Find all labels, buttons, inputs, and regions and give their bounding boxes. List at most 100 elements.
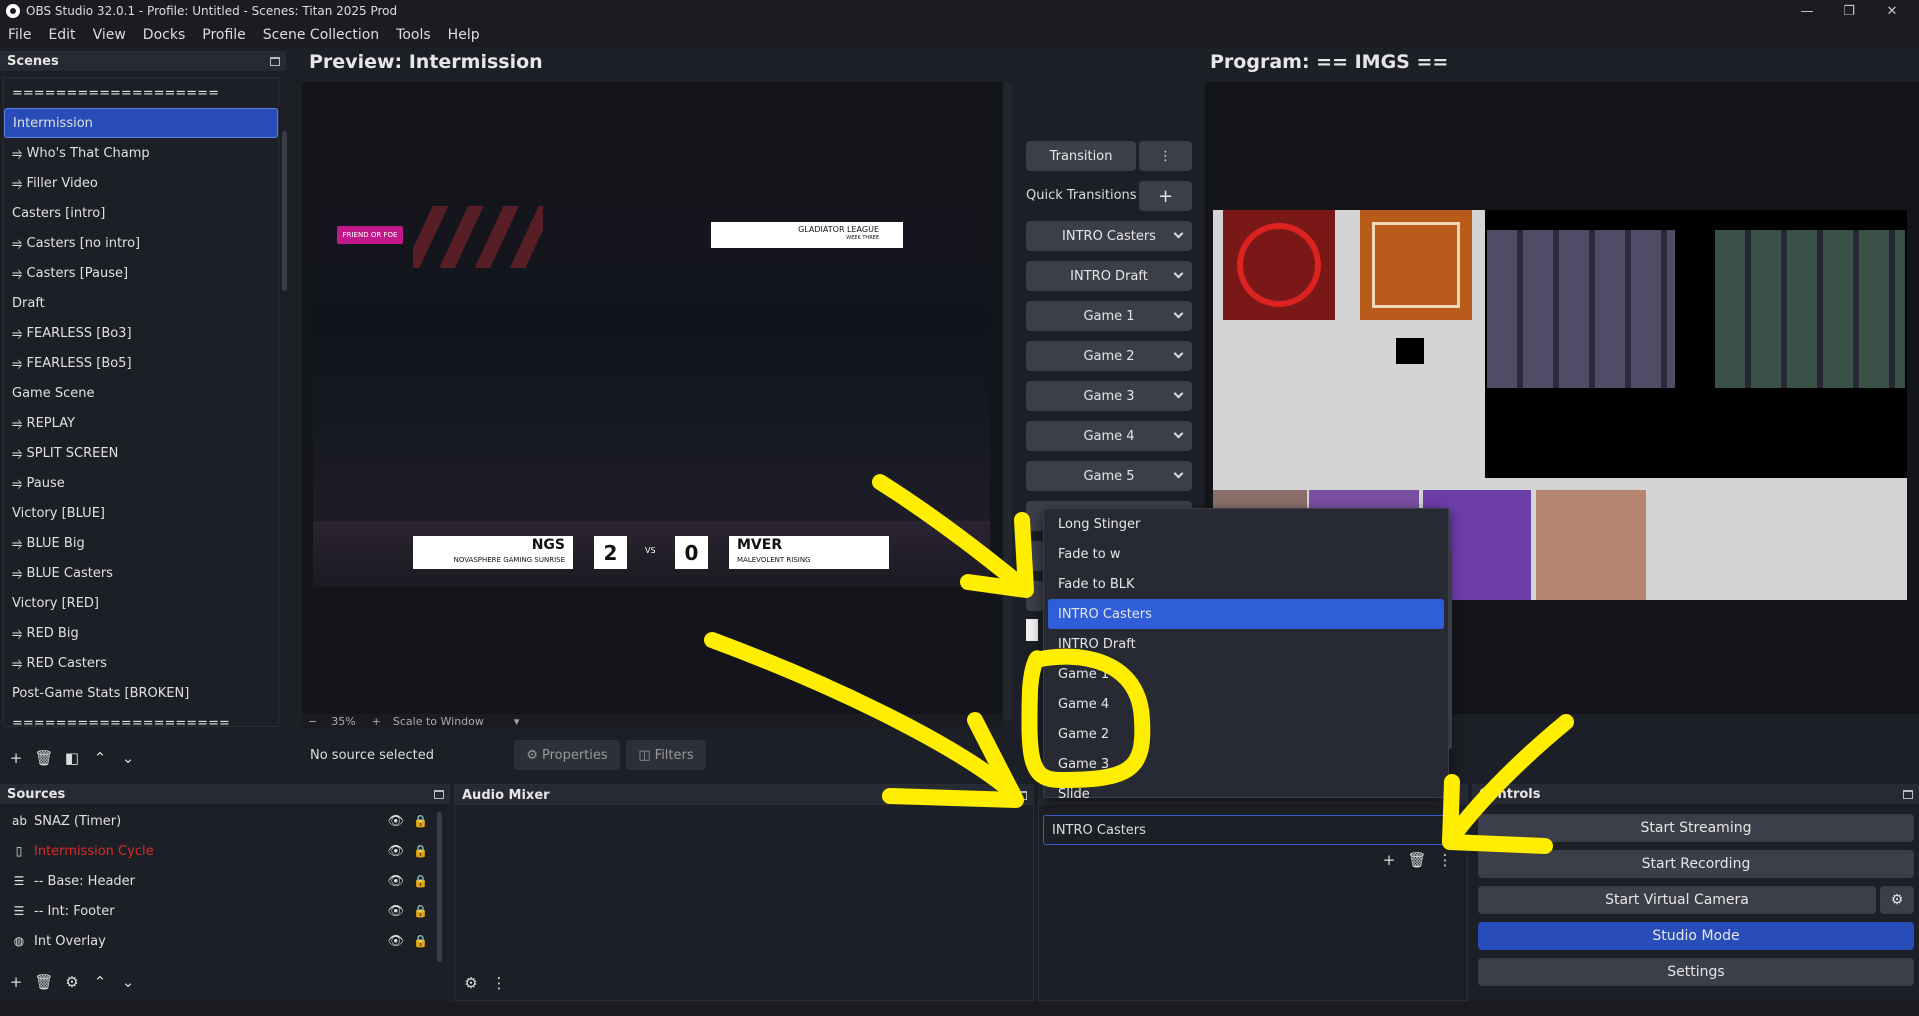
scene-item[interactable]: ⥤ Pause: [4, 468, 278, 498]
menu-docks[interactable]: Docks: [135, 27, 194, 43]
start-virtual-camera-button[interactable]: Start Virtual Camera: [1478, 886, 1876, 914]
menu-file[interactable]: File: [0, 27, 40, 43]
lock-icon[interactable]: 🔒: [413, 814, 428, 828]
quick-transition-button[interactable]: INTRO Draft: [1026, 261, 1192, 291]
kebab-icon[interactable]: ⋮: [1431, 849, 1459, 871]
dropdown-item[interactable]: Game 2: [1044, 719, 1448, 749]
maximize-icon[interactable]: ❐: [1832, 0, 1866, 22]
quick-transition-button[interactable]: Game 4: [1026, 421, 1192, 451]
scene-item[interactable]: ⥤ Casters [no intro]: [4, 228, 278, 258]
lock-icon[interactable]: 🔒: [413, 934, 428, 948]
scene-item-selected[interactable]: Intermission: [4, 108, 278, 138]
add-icon[interactable]: +: [2, 971, 30, 993]
menu-help[interactable]: Help: [440, 27, 489, 43]
dropdown-item[interactable]: Fade to BLK: [1044, 569, 1448, 599]
scene-item[interactable]: ⥤ FEARLESS [Bo3]: [4, 318, 278, 348]
quick-transition-button[interactable]: Game 5: [1026, 461, 1192, 491]
scene-item[interactable]: ⥤ FEARLESS [Bo5]: [4, 348, 278, 378]
scene-item[interactable]: ====================: [4, 708, 278, 738]
float-icon[interactable]: [1903, 789, 1913, 799]
trash-icon[interactable]: 🗑: [1403, 849, 1431, 871]
menu-profile[interactable]: Profile: [194, 27, 255, 43]
transition-select[interactable]: INTRO Casters: [1043, 815, 1465, 845]
filter-icon[interactable]: ◧: [58, 747, 86, 769]
lock-icon[interactable]: 🔒: [413, 904, 428, 918]
source-item[interactable]: ▯ Intermission Cycle 👁 🔒: [0, 836, 450, 866]
scene-item[interactable]: ⥤ RED Casters: [4, 648, 278, 678]
scene-item[interactable]: Game Scene: [4, 378, 278, 408]
gear-icon[interactable]: ⚙: [58, 971, 86, 993]
filters-button[interactable]: ◫ Filters: [626, 740, 706, 770]
scene-item[interactable]: ===================: [4, 78, 278, 108]
float-icon[interactable]: [434, 789, 444, 799]
quick-transition-button[interactable]: Game 3: [1026, 381, 1192, 411]
move-up-icon[interactable]: ⌃: [86, 747, 114, 769]
start-streaming-button[interactable]: Start Streaming: [1478, 814, 1914, 842]
close-icon[interactable]: ✕: [1875, 0, 1909, 22]
scale-to-window[interactable]: Scale to Window: [393, 715, 484, 728]
preview-scrollbar[interactable]: [1004, 82, 1012, 722]
source-item[interactable]: ☰ -- Base: Header 👁 🔒: [0, 866, 450, 896]
float-icon[interactable]: [270, 56, 280, 66]
add-icon[interactable]: +: [2, 747, 30, 769]
move-up-icon[interactable]: ⌃: [86, 971, 114, 993]
dropdown-item-selected[interactable]: INTRO Casters: [1048, 599, 1444, 629]
quick-transition-button[interactable]: Game 1: [1026, 301, 1192, 331]
scene-item[interactable]: ⥤ BLUE Casters: [4, 558, 278, 588]
studio-mode-button[interactable]: Studio Mode: [1478, 922, 1914, 950]
add-quick-transition-button[interactable]: +: [1139, 181, 1192, 211]
source-item[interactable]: ab SNAZ (Timer) 👁 🔒: [0, 806, 450, 836]
scene-item[interactable]: Victory [RED]: [4, 588, 278, 618]
scene-item[interactable]: Victory [BLUE]: [4, 498, 278, 528]
scene-item[interactable]: ⥤ SPLIT SCREEN: [4, 438, 278, 468]
dropdown-item[interactable]: Slide: [1044, 779, 1448, 809]
transition-button[interactable]: Transition: [1026, 141, 1136, 171]
dropdown-item[interactable]: Game 3: [1044, 749, 1448, 779]
menu-tools[interactable]: Tools: [388, 27, 440, 43]
scene-item[interactable]: ⥤ BLUE Big: [4, 528, 278, 558]
dropdown-item[interactable]: Fade to w: [1044, 539, 1448, 569]
zoom-in-icon[interactable]: +: [372, 715, 381, 728]
trash-icon[interactable]: 🗑: [30, 747, 58, 769]
source-list[interactable]: ab SNAZ (Timer) 👁 🔒 ▯ Intermission Cycle 👁 🔒 ☰…: [0, 804, 450, 956]
move-down-icon[interactable]: ⌄: [114, 747, 142, 769]
menu-edit[interactable]: Edit: [40, 27, 84, 43]
dropdown-item[interactable]: Game 4: [1044, 689, 1448, 719]
dropdown-scrollbar[interactable]: [1448, 549, 1452, 749]
transition-dropdown-list[interactable]: Long Stinger Fade to w Fade to BLK INTRO…: [1043, 508, 1452, 802]
kebab-icon[interactable]: ⋮: [485, 972, 513, 994]
lock-icon[interactable]: 🔒: [413, 874, 428, 888]
sources-scrollbar[interactable]: [437, 812, 442, 962]
eye-icon[interactable]: 👁: [387, 814, 404, 829]
scene-item[interactable]: ⥤ Casters [Pause]: [4, 258, 278, 288]
dropdown-item[interactable]: Game 1: [1044, 659, 1448, 689]
lock-icon[interactable]: 🔒: [413, 844, 428, 858]
dropdown-item[interactable]: Long Stinger: [1044, 509, 1448, 539]
scene-item[interactable]: Draft: [4, 288, 278, 318]
minimize-icon[interactable]: —: [1790, 0, 1824, 22]
scene-item[interactable]: ⥤ Filler Video: [4, 168, 278, 198]
scene-item[interactable]: ⥤ Who's That Champ: [4, 138, 278, 168]
move-down-icon[interactable]: ⌄: [114, 971, 142, 993]
advanced-audio-icon[interactable]: ⚙: [457, 972, 485, 994]
virtual-camera-settings-button[interactable]: ⚙: [1880, 886, 1914, 914]
scene-item[interactable]: ⥤ RED Big: [4, 618, 278, 648]
zoom-out-icon[interactable]: −: [308, 715, 317, 728]
source-item[interactable]: ◍ Int Overlay 👁 🔒: [0, 926, 450, 956]
quick-transition-button[interactable]: Game 2: [1026, 341, 1192, 371]
eye-icon[interactable]: 👁: [387, 844, 404, 859]
menu-scene-collection[interactable]: Scene Collection: [255, 27, 388, 43]
eye-icon[interactable]: 👁: [387, 934, 404, 949]
scene-list[interactable]: =================== Intermission ⥤ Who's…: [3, 77, 279, 731]
float-icon[interactable]: [1017, 790, 1027, 800]
scene-item[interactable]: ⥤ REPLAY: [4, 408, 278, 438]
source-item[interactable]: ☰ -- Int: Footer 👁 🔒: [0, 896, 450, 926]
dropdown-item[interactable]: INTRO Draft: [1044, 629, 1448, 659]
scenes-scrollbar[interactable]: [282, 131, 287, 291]
preview-canvas[interactable]: FRIEND OR FOE GLADIATOR LEAGUE WEEK THREE…: [313, 206, 990, 587]
quick-transition-button[interactable]: INTRO Casters: [1026, 221, 1192, 251]
settings-button[interactable]: Settings: [1478, 958, 1914, 986]
scene-item[interactable]: Post-Game Stats [BROKEN]: [4, 678, 278, 708]
start-recording-button[interactable]: Start Recording: [1478, 850, 1914, 878]
trash-icon[interactable]: 🗑: [30, 971, 58, 993]
